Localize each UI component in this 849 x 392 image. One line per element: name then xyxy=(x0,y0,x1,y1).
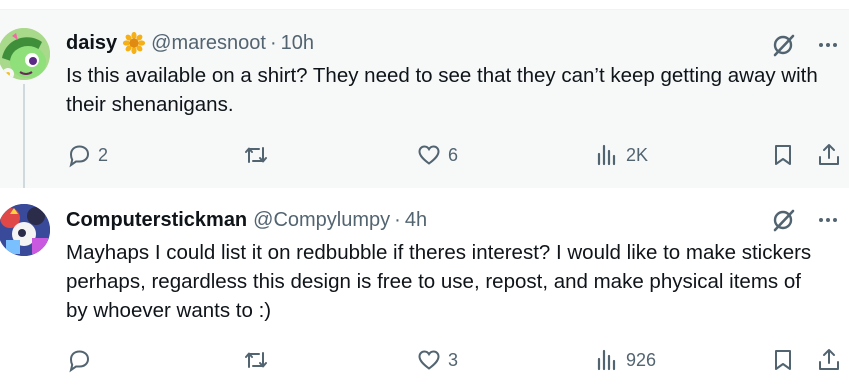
bookmark-button[interactable] xyxy=(770,141,796,169)
repost-button[interactable] xyxy=(243,141,275,169)
more-icon[interactable] xyxy=(815,32,841,58)
thread-line xyxy=(23,84,25,188)
share-button[interactable] xyxy=(816,141,842,169)
display-name[interactable]: daisy xyxy=(66,32,117,55)
like-count: 6 xyxy=(448,144,459,165)
views-button[interactable]: 2K xyxy=(594,141,648,169)
avatar[interactable] xyxy=(0,28,50,80)
views-icon xyxy=(597,349,616,371)
reply-button[interactable]: 2 xyxy=(66,141,108,169)
more-icon[interactable] xyxy=(815,207,841,233)
bookmark-icon xyxy=(775,350,791,370)
timestamp[interactable]: 4h xyxy=(405,209,427,232)
reply-icon xyxy=(69,145,90,168)
action-bar: 3 926 xyxy=(0,346,849,374)
post-text: Is this available on a shirt? They need … xyxy=(66,64,818,116)
share-icon xyxy=(819,349,839,370)
repost-icon xyxy=(245,147,267,163)
display-name[interactable]: Computerstickman xyxy=(66,209,247,232)
post-header: Computerstickman @Compylumpy · 4h xyxy=(66,208,427,232)
grok-icon[interactable] xyxy=(771,207,797,233)
top-divider xyxy=(0,0,849,10)
repost-icon xyxy=(245,352,267,368)
heart-icon xyxy=(418,350,440,370)
share-button[interactable] xyxy=(816,346,842,374)
reply-icon xyxy=(69,350,90,373)
like-button[interactable]: 6 xyxy=(416,141,458,169)
grok-icon[interactable] xyxy=(771,32,797,58)
avatar[interactable] xyxy=(0,204,50,256)
post-header: daisy @maresnoot · 10h xyxy=(66,31,314,55)
views-icon xyxy=(597,144,616,166)
view-count: 2K xyxy=(626,144,649,165)
reply-count: 2 xyxy=(98,144,109,165)
separator: · xyxy=(394,208,401,231)
reply-post[interactable]: daisy @maresnoot · 10h Is this available… xyxy=(0,10,849,188)
sunflower-icon xyxy=(123,31,146,55)
heart-icon xyxy=(418,145,440,165)
handle[interactable]: @Compylumpy xyxy=(253,209,390,232)
reply-post[interactable]: Computerstickman @Compylumpy · 4h Mayhap… xyxy=(0,188,849,392)
action-bar: 2 6 2K xyxy=(0,141,849,169)
views-button[interactable]: 926 xyxy=(594,346,656,374)
handle[interactable]: @maresnoot xyxy=(151,32,266,55)
like-count: 3 xyxy=(448,349,459,370)
timestamp[interactable]: 10h xyxy=(281,32,314,55)
post-text: Mayhaps I could list it on redbubble if … xyxy=(66,241,812,322)
like-button[interactable]: 3 xyxy=(416,346,458,374)
share-icon xyxy=(819,144,839,165)
view-count: 926 xyxy=(626,349,657,370)
reply-button[interactable] xyxy=(66,346,98,374)
bookmark-button[interactable] xyxy=(770,346,796,374)
repost-button[interactable] xyxy=(243,346,275,374)
bookmark-icon xyxy=(775,145,791,165)
separator: · xyxy=(269,31,277,54)
